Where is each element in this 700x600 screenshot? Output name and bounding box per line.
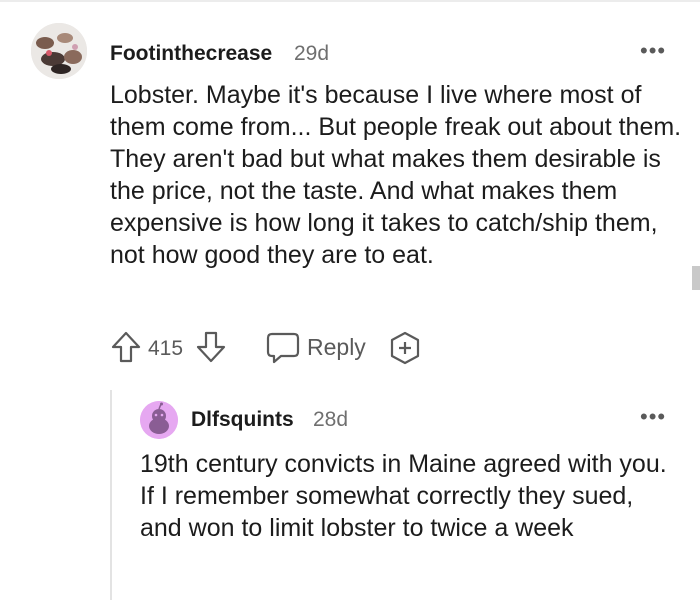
downvote-icon[interactable] bbox=[195, 330, 227, 369]
reply-button[interactable]: Reply bbox=[307, 334, 366, 361]
more-options-icon[interactable]: ••• bbox=[640, 40, 666, 62]
thread-line[interactable] bbox=[110, 390, 112, 600]
award-icon[interactable] bbox=[387, 330, 423, 371]
top-divider bbox=[0, 0, 700, 2]
reply-more-options-icon[interactable]: ••• bbox=[640, 406, 666, 428]
reply-avatar[interactable] bbox=[140, 401, 178, 439]
reply-body: 19th century convicts in Maine agreed wi… bbox=[140, 450, 667, 542]
reply-username[interactable]: Dlfsquints bbox=[191, 408, 294, 432]
vote-count: 415 bbox=[148, 337, 184, 360]
comment-username[interactable]: Footinthecrease bbox=[110, 42, 272, 66]
reply-timestamp: 28d bbox=[313, 408, 349, 431]
comment-timestamp: 29d bbox=[294, 42, 330, 65]
reply-bubble-icon[interactable] bbox=[265, 330, 301, 369]
user-avatar[interactable] bbox=[31, 23, 87, 79]
scrollbar-thumb[interactable] bbox=[692, 266, 700, 290]
comment-body: Lobster. Maybe it's because I live where… bbox=[110, 81, 682, 269]
upvote-icon[interactable] bbox=[110, 330, 142, 369]
